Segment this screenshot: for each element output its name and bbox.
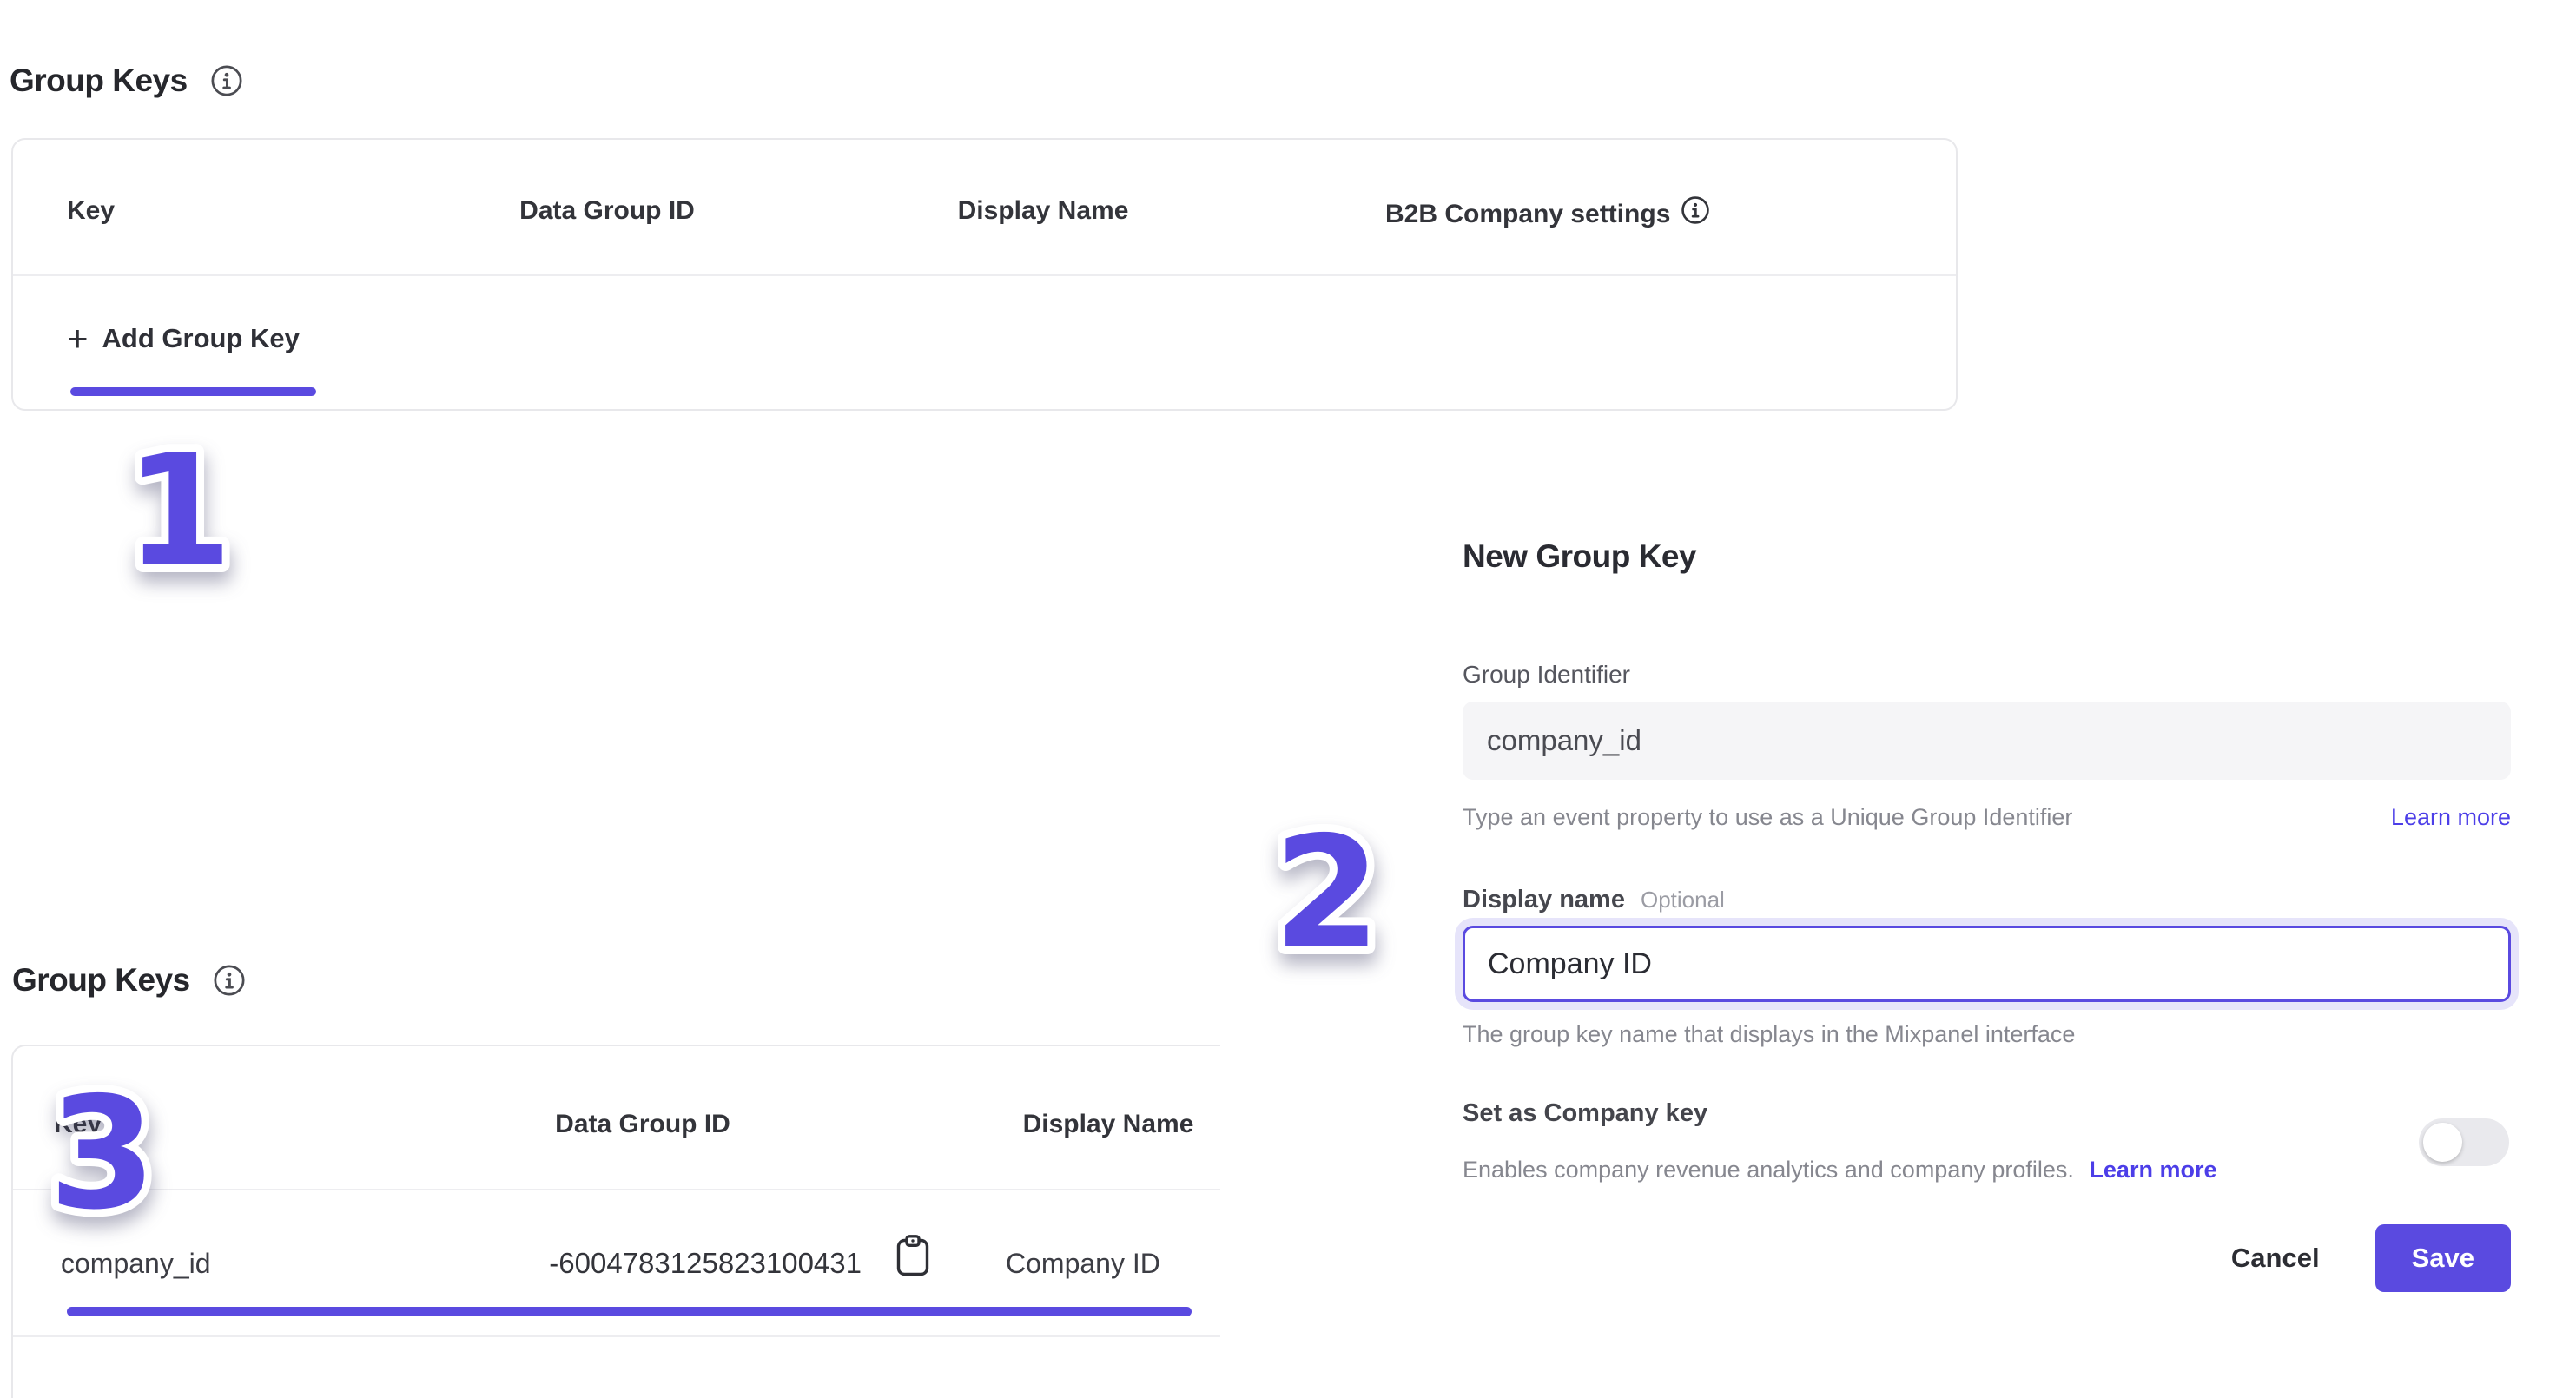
info-icon[interactable]	[210, 64, 243, 97]
plus-icon: +	[67, 320, 89, 357]
info-icon-2[interactable]	[213, 964, 246, 997]
step-1-badge: 1	[97, 406, 314, 615]
new-group-key-title: New Group Key	[1463, 538, 1696, 575]
display-name-label-row: Display name Optional	[1463, 886, 1725, 914]
toggle-knob	[2423, 1123, 2462, 1162]
column-header-data-group-id: Data Group ID	[519, 195, 695, 227]
group-identifier-input[interactable]	[1463, 702, 2511, 780]
company-key-helper: Enables company revenue analytics and co…	[1463, 1157, 2074, 1183]
learn-more-link-identifier[interactable]: Learn more	[2391, 802, 2511, 832]
column-header-b2b-settings: B2B Company settings	[1385, 195, 1710, 233]
company-key-label: Set as Company key	[1463, 1099, 1707, 1128]
display-name-label: Display name	[1463, 886, 1625, 914]
display-name-helper: The group key name that displays in the …	[1463, 1019, 2075, 1049]
row-data-group-id-cell: -6004783125823100431	[527, 1244, 862, 1283]
group-keys-heading: Group Keys	[10, 63, 243, 99]
learn-more-link-company[interactable]: Learn more	[2089, 1157, 2216, 1183]
svg-text:3: 3	[49, 1064, 156, 1243]
page-title: Group Keys	[10, 63, 188, 99]
column-header-display-name: Display Name	[958, 195, 1129, 227]
save-button[interactable]: Save	[2375, 1224, 2511, 1292]
add-group-key-button[interactable]: + Add Group Key	[67, 320, 300, 357]
group-keys-heading-2: Group Keys	[12, 962, 246, 999]
svg-text:2: 2	[1273, 803, 1381, 983]
optional-badge: Optional	[1641, 887, 1725, 913]
row-display-name-cell: Company ID	[1006, 1244, 1160, 1283]
column-header-key: Key	[67, 195, 115, 227]
svg-text:1: 1	[125, 421, 233, 601]
page-title-2: Group Keys	[12, 962, 190, 999]
add-group-key-label: Add Group Key	[102, 323, 300, 354]
company-key-helper-row: Enables company revenue analytics and co…	[1463, 1155, 2216, 1184]
column-header-data-group-id-2: Data Group ID	[555, 1109, 730, 1140]
display-name-input[interactable]	[1463, 926, 2511, 1002]
column-header-display-name-2: Display Name	[1023, 1109, 1194, 1140]
new-group-key-form: New Group Key Group Identifier Type an e…	[1463, 537, 2511, 1344]
group-keys-table: Key Data Group ID Display Name B2B Compa…	[11, 138, 1958, 411]
group-identifier-helper: Type an event property to use as a Uniqu…	[1463, 802, 2072, 832]
copy-icon[interactable]	[895, 1234, 930, 1277]
table-header-divider	[13, 274, 1956, 276]
b2b-settings-info-icon[interactable]	[1681, 195, 1710, 233]
step-2-badge: 2	[1249, 788, 1466, 997]
step-3-highlight-underline	[67, 1307, 1192, 1316]
company-key-toggle[interactable]	[2419, 1118, 2509, 1166]
cancel-button[interactable]: Cancel	[2226, 1242, 2325, 1275]
table-row-divider-2	[13, 1335, 1220, 1337]
form-actions: Cancel Save	[1463, 1224, 2511, 1292]
step-3-badge: 3	[24, 1049, 241, 1257]
group-identifier-label: Group Identifier	[1463, 660, 1630, 689]
step-1-highlight-underline	[70, 387, 316, 396]
